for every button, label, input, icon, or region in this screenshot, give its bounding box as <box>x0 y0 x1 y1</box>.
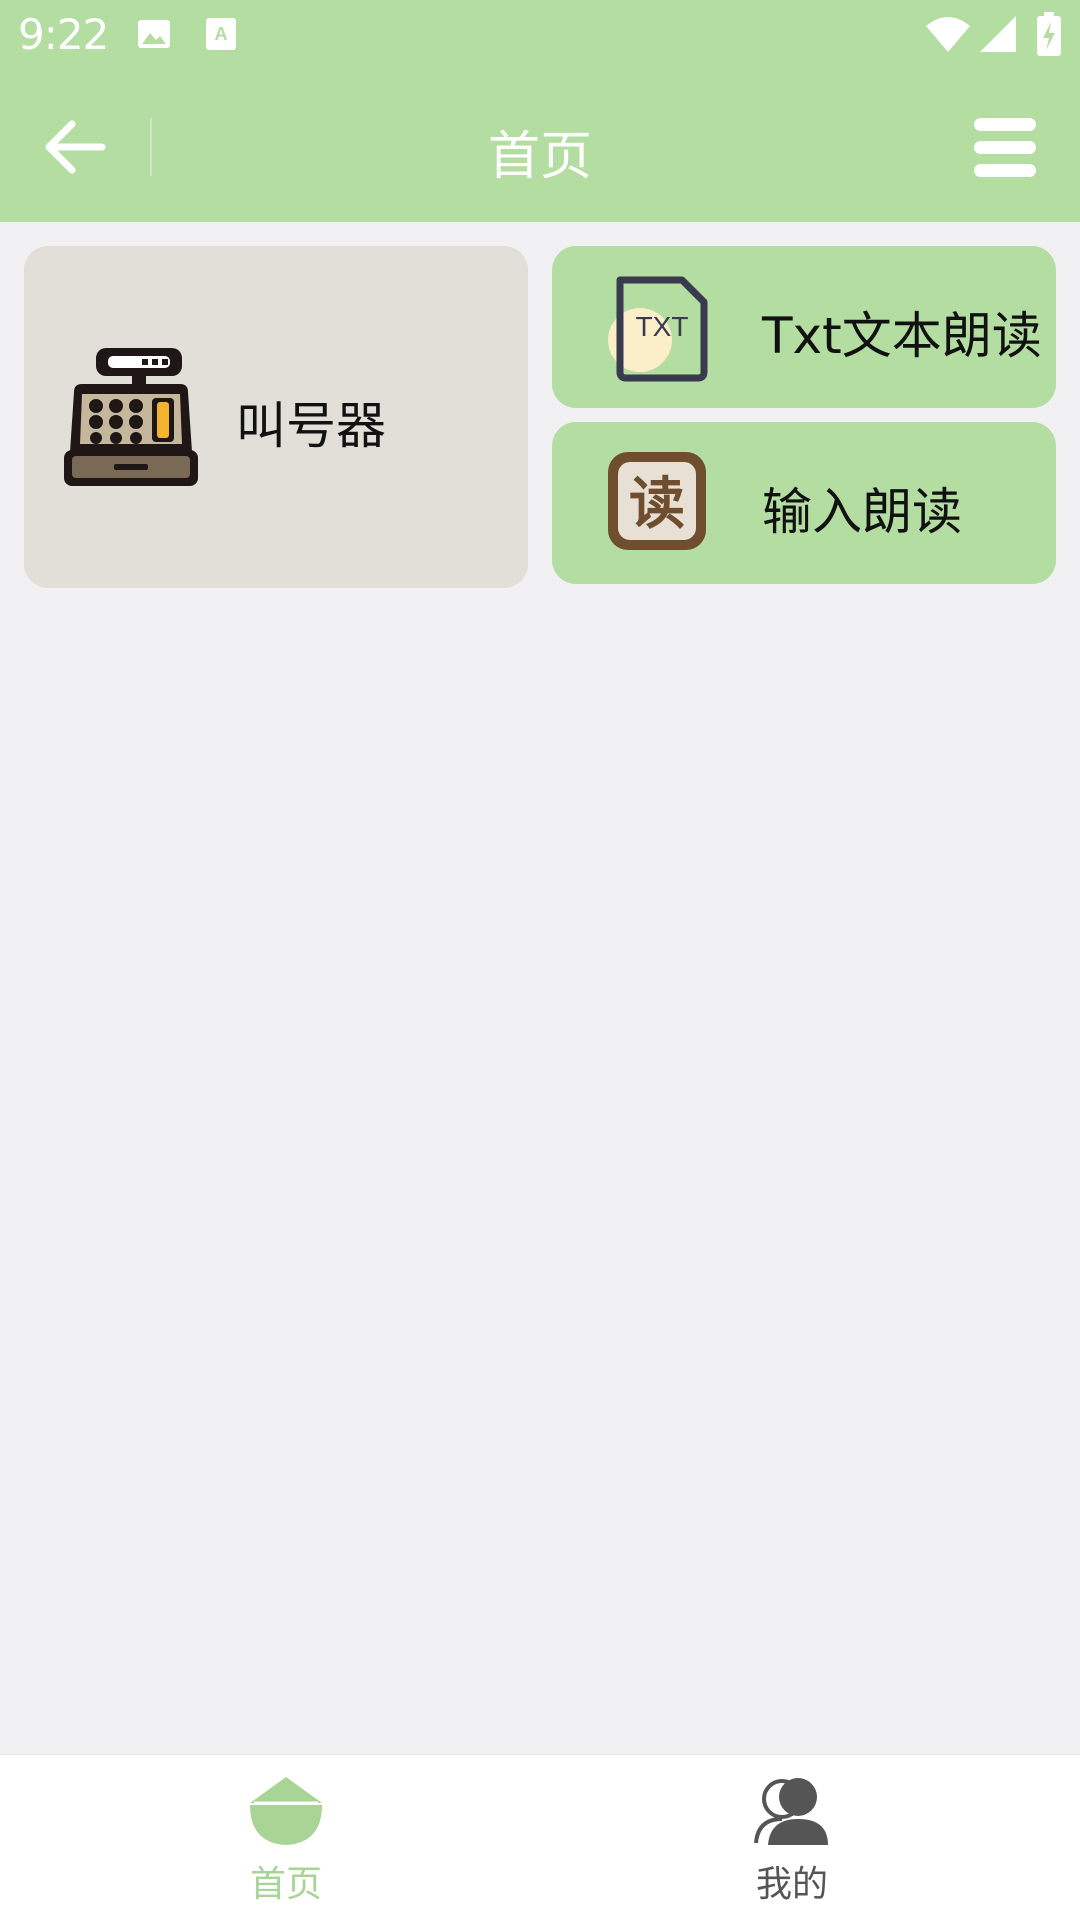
txt-file-icon: TXT <box>606 272 716 386</box>
tab-mine-label: 我的 <box>755 1864 828 1905</box>
tab-home[interactable]: 首页 <box>16 1755 556 1920</box>
navigation-bar: 首页 <box>0 72 1080 222</box>
cash-register-icon <box>58 344 202 492</box>
tab-home-label: 首页 <box>249 1864 322 1905</box>
signal-icon <box>978 14 1018 58</box>
app-header: 9:22 A 首页 <box>0 0 1080 222</box>
menu-bar-middle <box>974 141 1036 154</box>
txt-read-card-label: Txt文本朗读 <box>762 307 1042 365</box>
bottom-navigation: 首页 我的 <box>0 1754 1080 1920</box>
caller-card[interactable]: 叫号器 <box>24 246 528 588</box>
status-time: 9:22 <box>18 10 109 59</box>
home-icon <box>246 1773 326 1853</box>
battery-charging-icon <box>1036 12 1062 60</box>
hamburger-menu-icon <box>974 118 1036 131</box>
wifi-icon <box>924 14 972 58</box>
input-read-card[interactable]: 读 输入朗读 <box>552 422 1056 584</box>
read-char-icon: 读 <box>604 448 710 558</box>
image-icon <box>136 16 172 56</box>
caller-card-label: 叫号器 <box>236 397 386 455</box>
status-bar: 9:22 A <box>0 0 1080 72</box>
txt-read-card[interactable]: TXT Txt文本朗读 <box>552 246 1056 408</box>
read-icon-text: 读 <box>629 472 685 537</box>
menu-bar-bottom <box>974 164 1036 177</box>
txt-icon-text: TXT <box>636 311 689 342</box>
user-icon <box>752 1773 832 1853</box>
text-a-icon: A <box>204 16 238 56</box>
input-read-card-label: 输入朗读 <box>762 483 962 541</box>
page-title: 首页 <box>487 127 592 187</box>
tab-mine[interactable]: 我的 <box>522 1755 1062 1920</box>
svg-text:A: A <box>215 24 228 44</box>
menu-button[interactable] <box>970 116 1038 178</box>
